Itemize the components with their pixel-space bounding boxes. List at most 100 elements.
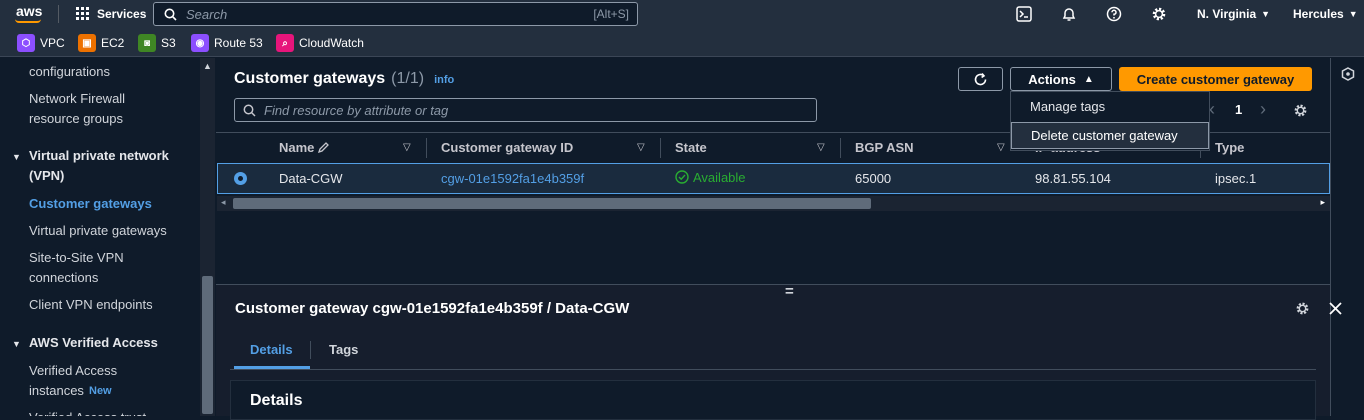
column-header-name[interactable]: Name: [279, 140, 314, 155]
menu-item-delete-customer-gateway[interactable]: Delete customer gateway: [1011, 122, 1209, 149]
search-input[interactable]: Search [Alt+S]: [153, 2, 638, 26]
favorite-label: CloudWatch: [299, 36, 364, 50]
sidebar-item-network-firewall[interactable]: Network Firewall: [29, 89, 125, 109]
search-icon: [164, 8, 177, 21]
aws-logo-smile-icon: [15, 19, 41, 23]
refresh-button[interactable]: [958, 67, 1003, 91]
radio-dot: [238, 176, 243, 181]
filter-input[interactable]: Find resource by attribute or tag: [234, 98, 817, 122]
cell-ip-address: 98.81.55.104: [1035, 171, 1111, 186]
edit-pencil-icon: [317, 142, 329, 154]
create-customer-gateway-button[interactable]: Create customer gateway: [1119, 67, 1312, 91]
column-header-type[interactable]: Type: [1215, 140, 1244, 155]
sidebar-item-network-firewall-line2[interactable]: resource groups: [29, 109, 123, 129]
column-header-customer-gateway-id[interactable]: Customer gateway ID: [441, 140, 573, 155]
close-icon[interactable]: [1329, 302, 1342, 315]
actions-button[interactable]: Actions ▲: [1010, 67, 1112, 91]
refresh-icon: [974, 72, 987, 85]
tab-details[interactable]: Details: [250, 342, 293, 357]
caret-down-icon[interactable]: ▼: [12, 152, 21, 162]
sort-icon[interactable]: ▽: [997, 142, 1005, 153]
scroll-up-arrow-icon[interactable]: ▲: [203, 61, 212, 71]
actions-dropdown-menu: Manage tags Delete customer gateway: [1010, 91, 1210, 151]
cell-name: Data-CGW: [279, 171, 343, 186]
help-panel-icon[interactable]: [1341, 67, 1355, 81]
route53-service-icon: ◉: [191, 34, 209, 52]
filter-placeholder: Find resource by attribute or tag: [264, 103, 449, 118]
sidebar-item-client-vpn-endpoints[interactable]: Client VPN endpoints: [29, 295, 153, 315]
region-label: N. Virginia: [1197, 7, 1257, 21]
scroll-left-arrow-icon[interactable]: ◂: [221, 197, 226, 208]
sort-icon[interactable]: ▽: [403, 142, 411, 153]
cell-state: Available: [693, 170, 746, 185]
caret-down-icon: ▼: [1261, 9, 1271, 19]
sidebar-scroll-thumb[interactable]: [202, 276, 213, 414]
sidebar-item-verified-access-trust[interactable]: Verified Access trust: [29, 408, 146, 416]
services-label: Services: [97, 7, 147, 21]
favorite-label: Route 53: [214, 36, 263, 50]
menu-item-manage-tags[interactable]: Manage tags: [1030, 99, 1105, 114]
menu-item-label: Delete customer gateway: [1031, 128, 1178, 143]
account-label: Hercules: [1293, 7, 1344, 21]
sort-icon[interactable]: ▽: [817, 142, 825, 153]
table-horizontal-scrollbar[interactable]: ◂ ▸: [217, 196, 1330, 211]
ec2-service-icon: ▣: [78, 34, 96, 52]
column-divider: [660, 138, 661, 158]
sort-icon[interactable]: ▽: [637, 142, 645, 153]
favorite-label: VPC: [40, 36, 65, 50]
details-section-heading: Details: [250, 392, 303, 409]
favorite-ec2[interactable]: ▣ EC2: [78, 34, 124, 52]
search-icon: [243, 104, 256, 117]
sidebar-item-verified-access-instances[interactable]: Verified Access: [29, 361, 117, 381]
panel-resize-handle[interactable]: =: [785, 283, 794, 300]
favorite-label: S3: [161, 36, 176, 50]
info-link[interactable]: info: [434, 74, 454, 86]
scroll-right-arrow-icon[interactable]: ▸: [1320, 197, 1325, 208]
panel-settings-gear-icon[interactable]: [1295, 301, 1310, 316]
sidebar-item-site-to-site-vpn-line2[interactable]: connections: [29, 268, 98, 288]
sidebar-item-virtual-private-gateways[interactable]: Virtual private gateways: [29, 221, 167, 241]
cell-customer-gateway-id-link[interactable]: cgw-01e1592fa1e4b359f: [441, 171, 584, 186]
sidebar-item-configurations[interactable]: configurations: [29, 62, 110, 82]
notifications-bell-icon[interactable]: [1061, 6, 1077, 22]
sidebar-scrollbar[interactable]: ▲: [200, 58, 215, 416]
favorite-vpc[interactable]: ⬡ VPC: [17, 34, 65, 52]
aws-logo[interactable]: aws: [16, 3, 42, 19]
tab-divider: [310, 341, 311, 359]
column-header-state[interactable]: State: [675, 140, 707, 155]
sidebar-item-verified-access-instances-line2[interactable]: instances: [29, 381, 84, 401]
column-header-bgp-asn[interactable]: BGP ASN: [855, 140, 914, 155]
row-radio-selected[interactable]: [234, 172, 247, 185]
cell-type: ipsec.1: [1215, 171, 1257, 186]
favorite-label: EC2: [101, 36, 125, 50]
next-page-icon[interactable]: ›: [1260, 99, 1266, 120]
settings-gear-icon[interactable]: [1151, 6, 1167, 22]
section-vpn-heading[interactable]: Virtual private network: [29, 146, 169, 166]
tab-tags[interactable]: Tags: [329, 342, 358, 357]
sidebar-item-customer-gateways[interactable]: Customer gateways: [29, 194, 152, 214]
section-vpn-heading-line2[interactable]: (VPN): [29, 166, 64, 186]
account-menu[interactable]: Hercules ▼: [1293, 7, 1358, 21]
sidebar-item-site-to-site-vpn[interactable]: Site-to-Site VPN: [29, 248, 124, 268]
cloudshell-icon[interactable]: [1016, 6, 1032, 22]
favorite-route53[interactable]: ◉ Route 53: [191, 34, 263, 52]
table-settings-gear-icon[interactable]: [1293, 103, 1308, 118]
services-menu-button[interactable]: Services: [76, 7, 146, 21]
help-icon[interactable]: [1106, 6, 1122, 22]
caret-down-icon[interactable]: ▼: [12, 339, 21, 349]
detail-panel: = Customer gateway cgw-01e1592fa1e4b359f…: [216, 283, 1342, 420]
caret-up-icon: ▲: [1083, 73, 1094, 85]
favorite-cloudwatch[interactable]: ⌕ CloudWatch: [276, 34, 364, 52]
caret-down-icon: ▼: [1348, 9, 1358, 19]
details-container: Details: [230, 380, 1316, 420]
cloudwatch-service-icon: ⌕: [276, 34, 294, 52]
resource-count: (1/1): [391, 70, 425, 87]
horizontal-scroll-thumb[interactable]: [233, 198, 871, 209]
check-circle-icon: [675, 170, 689, 184]
table-row[interactable]: [217, 163, 1330, 194]
page-number[interactable]: 1: [1235, 102, 1242, 117]
section-verified-access-heading[interactable]: AWS Verified Access: [29, 333, 158, 353]
create-label: Create customer gateway: [1136, 71, 1295, 87]
favorite-s3[interactable]: ◙ S3: [138, 34, 176, 52]
region-selector[interactable]: N. Virginia ▼: [1197, 7, 1270, 21]
